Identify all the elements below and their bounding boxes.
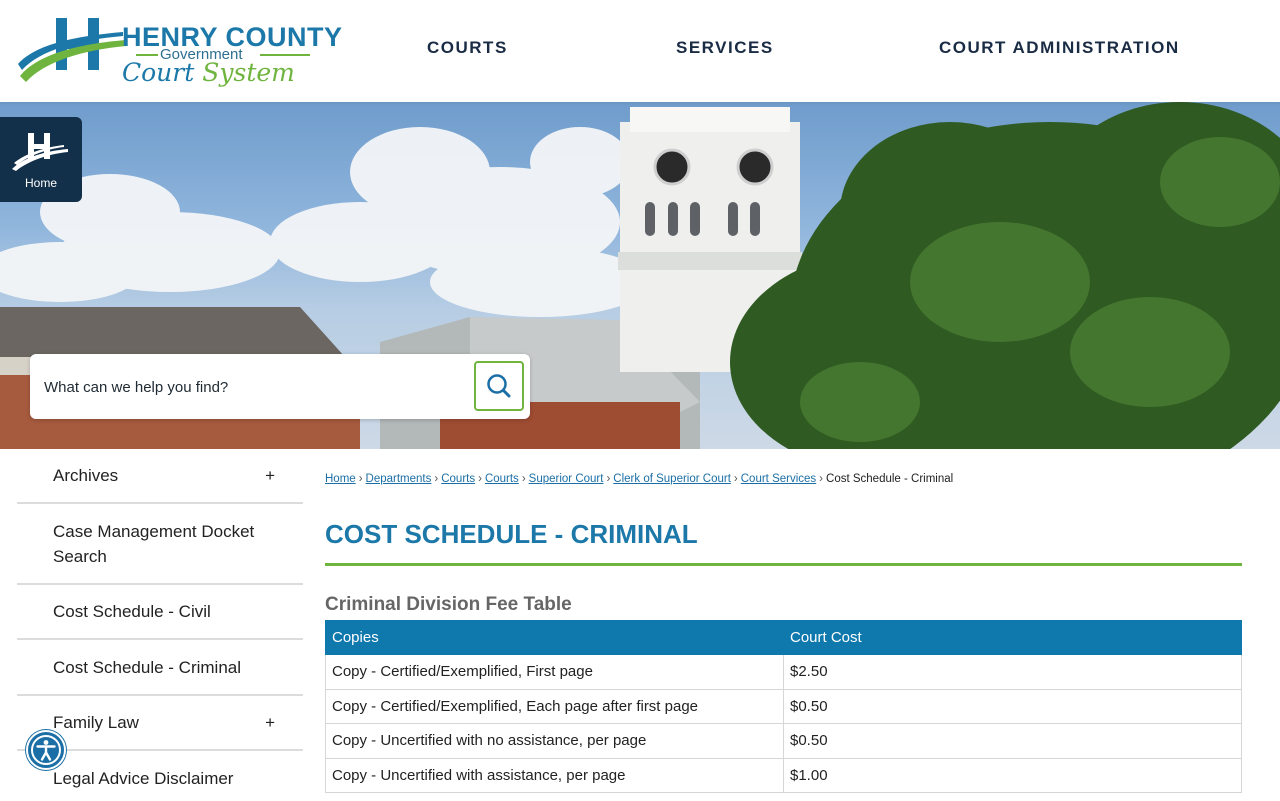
sidebar-item-case-management-docket-search[interactable]: Case Management Docket Search xyxy=(17,504,303,585)
breadcrumb-separator: › xyxy=(478,473,482,485)
table-row: Copy - Uncertified with assistance, per … xyxy=(325,757,1242,793)
henry-county-logo[interactable]: HENRY COUNTY Government Court System xyxy=(18,14,342,96)
home-tab[interactable]: Home xyxy=(0,117,82,202)
expand-plus-icon[interactable]: + xyxy=(265,466,275,486)
breadcrumb-link-home[interactable]: Home xyxy=(325,473,356,485)
table-cell-cost: $0.50 xyxy=(783,723,1242,759)
breadcrumb-link-court-services[interactable]: Court Services xyxy=(741,473,816,485)
sidebar-item-label: Legal Advice Disclaimer xyxy=(53,769,234,788)
breadcrumb-link-courts[interactable]: Courts xyxy=(441,473,475,485)
nav-courts[interactable]: COURTS xyxy=(427,38,508,58)
sidebar-item-cost-schedule-civil[interactable]: Cost Schedule - Civil xyxy=(17,585,303,640)
breadcrumb-link-superior-court[interactable]: Superior Court xyxy=(529,473,604,485)
breadcrumb-link-courts-2[interactable]: Courts xyxy=(485,473,519,485)
accessibility-button[interactable] xyxy=(26,730,66,770)
table-cell-item: Copy - Certified/Exemplified, First page xyxy=(325,654,784,690)
breadcrumb-separator: › xyxy=(434,473,439,485)
home-label: Home xyxy=(24,176,57,190)
sidebar-item-label: Cost Schedule - Criminal xyxy=(53,658,242,677)
breadcrumb-separator: › xyxy=(733,473,738,485)
breadcrumb-separator: › xyxy=(819,473,824,485)
logo-script: Court System xyxy=(122,58,295,87)
sidebar-item-label: Archives xyxy=(53,466,119,485)
sidebar-item-label: Cost Schedule - Civil xyxy=(53,602,211,621)
sidebar-item-label: Family Law xyxy=(53,713,139,732)
table-cell-item: Copy - Certified/Exemplified, Each page … xyxy=(325,688,784,724)
table-cell-cost: $2.50 xyxy=(783,654,1242,690)
search-input[interactable] xyxy=(44,374,464,400)
search-icon xyxy=(487,374,511,398)
nav-services[interactable]: SERVICES xyxy=(676,38,774,58)
table-cell-cost: $1.00 xyxy=(783,757,1242,793)
logo-script-court: Court xyxy=(122,58,195,87)
sidebar-item-label: Case Management Docket Search xyxy=(53,522,255,566)
site-header: HENRY COUNTY Government Court System COU… xyxy=(0,0,1280,102)
table-row: Copy - Uncertified with no assistance, p… xyxy=(325,723,1242,759)
expand-plus-icon[interactable]: + xyxy=(265,713,275,733)
logo-script-system: System xyxy=(202,58,295,87)
accessibility-icon xyxy=(31,735,61,765)
breadcrumb-link-clerk-of-superior-court[interactable]: Clerk of Superior Court xyxy=(613,473,731,485)
logo-rule-right xyxy=(260,54,310,56)
breadcrumb-separator: › xyxy=(521,473,526,485)
sidebar-item-archives[interactable]: Archives + xyxy=(17,449,303,504)
table-row: Copy - Certified/Exemplified, First page… xyxy=(325,654,1242,690)
page-title: COST SCHEDULE - CRIMINAL xyxy=(325,519,698,549)
table-caption: Criminal Division Fee Table xyxy=(325,594,572,615)
breadcrumb-link-departments[interactable]: Departments xyxy=(366,473,432,485)
table-cell-item: Copy - Uncertified with no assistance, p… xyxy=(325,723,784,759)
table-cell-item: Copy - Uncertified with assistance, per … xyxy=(325,757,784,793)
logo-mark-icon xyxy=(18,18,126,82)
column-header-court-cost: Court Cost xyxy=(783,620,1242,655)
breadcrumb-separator: › xyxy=(606,473,611,485)
henry-h-logo-icon xyxy=(12,133,68,171)
title-divider xyxy=(325,563,1242,566)
breadcrumb: Home › Departments › Courts › Courts › Superior … xyxy=(325,473,953,485)
search-button[interactable] xyxy=(474,361,524,411)
table-header-row: Copies Court Cost xyxy=(325,620,1242,655)
search-box xyxy=(30,354,530,419)
nav-court-administration[interactable]: COURT ADMINISTRATION xyxy=(939,38,1180,58)
logo-rule-left xyxy=(136,54,158,56)
sidebar-item-cost-schedule-criminal[interactable]: Cost Schedule - Criminal xyxy=(17,640,303,696)
table-row: Copy - Certified/Exemplified, Each page … xyxy=(325,688,1242,724)
breadcrumb-current: Cost Schedule - Criminal xyxy=(826,473,954,485)
breadcrumb-separator: › xyxy=(358,473,363,485)
table-cell-cost: $0.50 xyxy=(783,688,1242,724)
column-header-copies: Copies xyxy=(325,620,784,655)
fee-table: Copies Court Cost Copy - Certified/Exemp… xyxy=(325,620,1242,793)
